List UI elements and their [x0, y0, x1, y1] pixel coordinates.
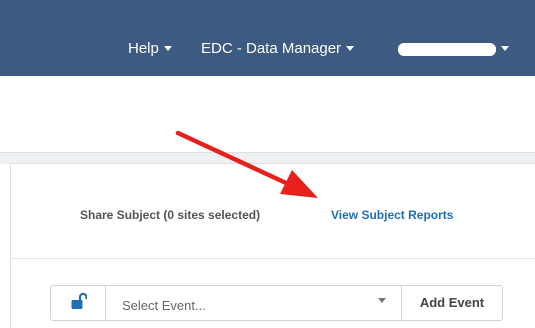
annotation-arrow	[175, 130, 318, 198]
